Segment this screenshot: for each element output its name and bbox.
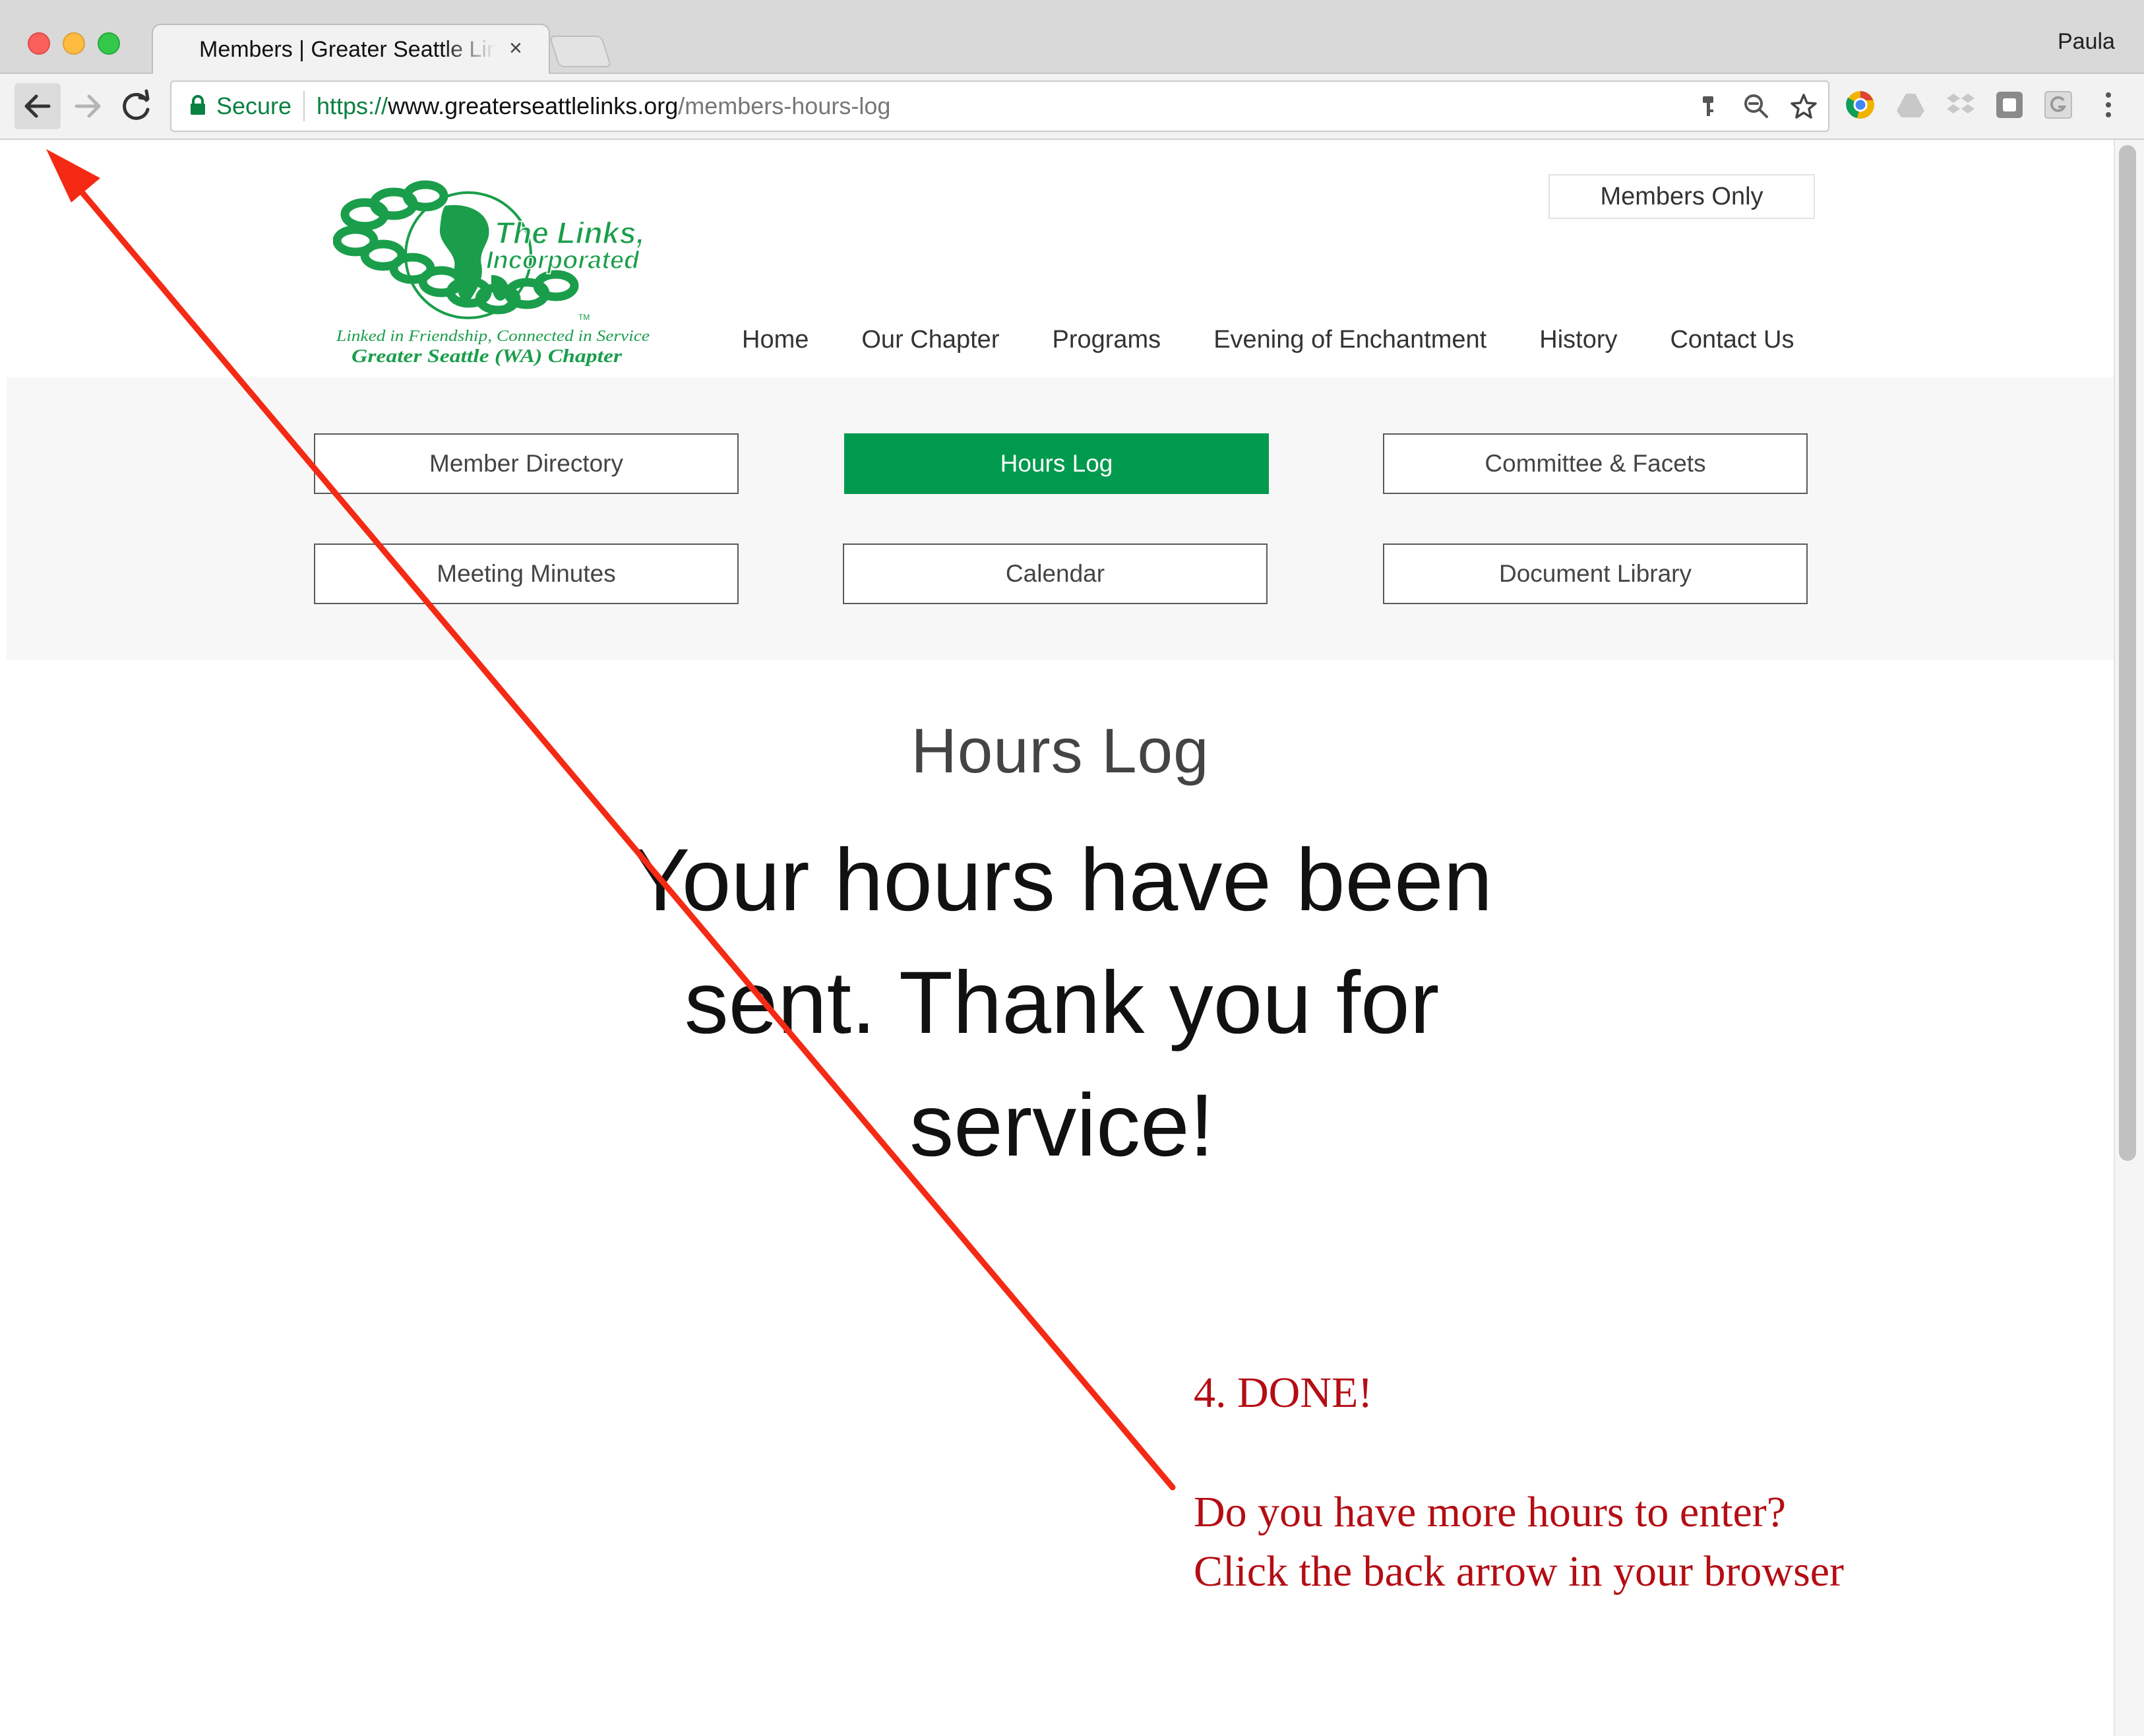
logo-chapter: Greater Seattle (WA) Chapter xyxy=(352,346,623,367)
document-library-button[interactable]: Document Library xyxy=(1383,543,1808,604)
annotation-line-1: Do you have more hours to enter? xyxy=(1194,1488,1787,1536)
new-tab-button[interactable] xyxy=(549,36,612,67)
dropbox-icon[interactable] xyxy=(1944,88,1977,121)
meeting-minutes-button[interactable]: Meeting Minutes xyxy=(314,543,739,604)
back-arrow-icon[interactable] xyxy=(15,83,61,129)
browser-tab[interactable]: Members | Greater Seattle Links, Incorpo… xyxy=(152,24,550,75)
profile-name[interactable]: Paula xyxy=(2058,29,2115,55)
drive-icon[interactable] xyxy=(1894,88,1927,121)
nav-contact-us[interactable]: Contact Us xyxy=(1670,326,1794,363)
members-only-button[interactable]: Members Only xyxy=(1548,174,1815,219)
square-extension-icon[interactable] xyxy=(1993,88,2026,121)
logo-name-line1: The Links, xyxy=(495,216,644,250)
url-path: /members-hours-log xyxy=(678,92,891,119)
nav-home[interactable]: Home xyxy=(742,326,809,363)
logo-tagline: Linked in Friendship, Connected in Servi… xyxy=(336,328,650,345)
zoom-out-icon[interactable] xyxy=(1742,92,1770,120)
url-host: www.greaterseattlelinks.org xyxy=(388,92,679,119)
maximize-window-button[interactable] xyxy=(98,32,120,55)
tab-title: Members | Greater Seattle Links, Incorpo… xyxy=(199,37,496,62)
star-icon[interactable] xyxy=(1790,92,1818,120)
tab-close-icon[interactable]: × xyxy=(509,36,522,61)
member-menu-band xyxy=(7,377,2114,660)
main-nav: Home Our Chapter Programs Evening of Enc… xyxy=(742,326,1794,363)
committee-facets-button[interactable]: Committee & Facets xyxy=(1383,433,1808,494)
address-separator xyxy=(303,91,305,121)
browser-toolbar: Secure https://www.greaterseattlelinks.o… xyxy=(0,74,2144,140)
annotation-step: 4. DONE! xyxy=(1194,1369,1373,1417)
chrome-extension-icon[interactable] xyxy=(1844,88,1877,121)
secure-label: Secure xyxy=(216,92,292,119)
key-icon[interactable] xyxy=(1695,92,1723,120)
nav-programs[interactable]: Programs xyxy=(1052,326,1161,363)
g-extension-icon[interactable] xyxy=(2042,88,2075,121)
logo-trademark: TM xyxy=(578,313,590,322)
nav-history[interactable]: History xyxy=(1539,326,1617,363)
url-scheme: https:// xyxy=(317,92,388,119)
hours-log-button[interactable]: Hours Log xyxy=(844,433,1269,494)
minimize-window-button[interactable] xyxy=(63,32,85,55)
page-viewport: The Links, Incorporated TM Linked in Fri… xyxy=(7,140,2114,1736)
page-title: Hours Log xyxy=(911,716,1210,786)
annotation-instructions: Do you have more hours to enter? Click t… xyxy=(1194,1483,2104,1601)
reload-icon[interactable] xyxy=(113,83,160,129)
url-text[interactable]: https://www.greaterseattlelinks.org/memb… xyxy=(317,92,890,120)
tab-strip: Members | Greater Seattle Links, Incorpo… xyxy=(0,0,2144,75)
forward-arrow-icon[interactable] xyxy=(65,83,111,129)
links-logo[interactable]: The Links, Incorporated TM Linked in Fri… xyxy=(333,176,656,367)
lock-icon xyxy=(191,95,205,115)
logo-name-line2: Incorporated xyxy=(486,247,640,274)
nav-our-chapter[interactable]: Our Chapter xyxy=(861,326,999,363)
menu-kebab-icon[interactable] xyxy=(2092,88,2125,121)
scrollbar-thumb[interactable] xyxy=(2119,145,2136,1161)
address-bar[interactable]: Secure https://www.greaterseattlelinks.o… xyxy=(170,80,1829,132)
nav-evening-of-enchantment[interactable]: Evening of Enchantment xyxy=(1213,326,1486,363)
member-directory-button[interactable]: Member Directory xyxy=(314,433,739,494)
close-window-button[interactable] xyxy=(28,32,50,55)
confirmation-message: Your hours have been sent. Thank you for… xyxy=(630,831,1493,1175)
annotation-line-2: Click the back arrow in your browser xyxy=(1194,1547,1845,1596)
calendar-button[interactable]: Calendar xyxy=(843,543,1268,604)
